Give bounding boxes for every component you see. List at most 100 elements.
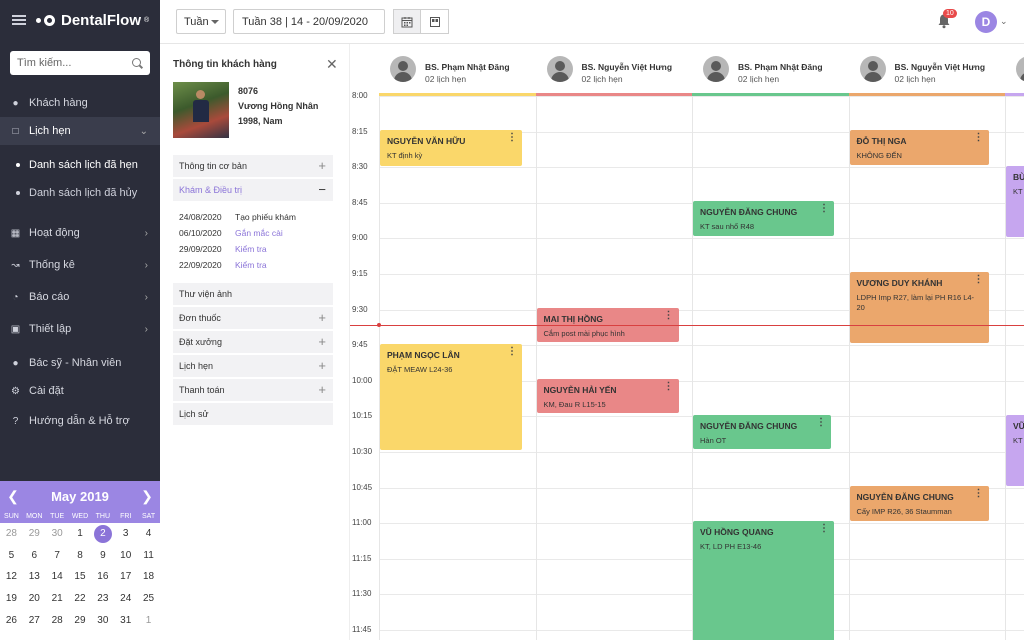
calendar-day[interactable]: 23	[91, 588, 114, 610]
doctor-column-header[interactable]: BS. Phạm Nhật Đăng 02 lịch hẹn	[379, 44, 536, 96]
calendar-day[interactable]: 12	[0, 566, 23, 588]
calendar-day[interactable]: 22	[69, 588, 92, 610]
calendar-day[interactable]: 25	[137, 588, 160, 610]
sidebar-item-staff[interactable]: ● Bác sỹ - Nhân viên	[0, 349, 160, 377]
appointment-card[interactable]: BÙKT⋮	[1006, 166, 1024, 237]
calendar-day[interactable]: 31	[114, 609, 137, 631]
day-number: 22	[74, 593, 86, 605]
section-history[interactable]: Lịch sử	[173, 403, 333, 425]
calendar-day[interactable]: 14	[46, 566, 69, 588]
appointment-card[interactable]: VƯƠNG DUY KHÁNH LDPH Imp R27, làm lại PH …	[849, 272, 989, 343]
calendar-day[interactable]: 29	[23, 523, 46, 545]
column-divider	[848, 96, 850, 640]
calendar-day[interactable]: 30	[46, 523, 69, 545]
calendar-day[interactable]: 17	[114, 566, 137, 588]
calendar-day[interactable]: 24	[114, 588, 137, 610]
calendar-day[interactable]: 30	[91, 609, 114, 631]
list-view-button[interactable]	[421, 9, 449, 34]
calendar-day[interactable]: 2	[91, 523, 114, 545]
date-range-field[interactable]: Tuần 38 | 14 - 20/09/2020	[233, 9, 385, 34]
day-number: 14	[51, 571, 63, 583]
history-link[interactable]: Kiểm tra	[235, 244, 267, 254]
more-options-icon[interactable]: ⋮	[664, 382, 674, 392]
calendar-day[interactable]: 27	[23, 609, 46, 631]
calendar-day[interactable]: 26	[0, 609, 23, 631]
view-select[interactable]: Tuần	[176, 9, 226, 34]
calendar-day[interactable]: 20	[23, 588, 46, 610]
sidebar-item-setup[interactable]: ▣ Thiết lập ›	[0, 315, 160, 343]
doctor-column-header[interactable]: BS. Nguyễn Việt Hưng 02 lịch hẹn	[848, 44, 1005, 96]
appointment-card[interactable]: NGUYỄN HẢI YẾN KM, Đau R L15-15 ⋮	[536, 379, 679, 413]
calendar-day[interactable]: 4	[137, 523, 160, 545]
more-options-icon[interactable]: ⋮	[816, 418, 826, 428]
section-lab-order[interactable]: Đặt xưởng +	[173, 331, 333, 353]
section-payment[interactable]: Thanh toán +	[173, 379, 333, 401]
more-options-icon[interactable]: ⋮	[819, 204, 829, 214]
sidebar-item-activity[interactable]: ▦ Hoạt động ›	[0, 219, 160, 247]
calendar-day[interactable]: 21	[46, 588, 69, 610]
search-icon[interactable]	[132, 57, 143, 69]
more-options-icon[interactable]: ⋮	[974, 133, 984, 143]
appointment-card[interactable]: NGUYỄN ĐĂNG CHUNG Cấy IMP R26, 36 Staumma…	[849, 486, 989, 521]
calendar-day[interactable]: 28	[46, 609, 69, 631]
sidebar-item-reports[interactable]: ◔ Báo cáo ›	[0, 283, 160, 311]
history-link[interactable]: Kiểm tra	[235, 260, 267, 270]
calendar-day[interactable]: 1	[69, 523, 92, 545]
more-options-icon[interactable]: ⋮	[507, 347, 517, 357]
calendar-day[interactable]: 29	[69, 609, 92, 631]
calendar-day[interactable]: 3	[114, 523, 137, 545]
next-month-icon[interactable]: ❯	[141, 488, 153, 505]
appointment-card[interactable]: NGUYỄN ĐĂNG CHUNG KT sau nhổ R48 ⋮	[693, 201, 834, 236]
sidebar-item-settings[interactable]: ⚙ Cài đặt	[0, 377, 160, 405]
calendar-day[interactable]: 11	[137, 545, 160, 567]
calendar-day[interactable]: 18	[137, 566, 160, 588]
appointment-card[interactable]: ĐỖ THỊ NGA KHÔNG ĐẾN ⋮	[849, 130, 989, 165]
chevron-down-icon[interactable]: ⌄	[1000, 16, 1008, 27]
section-prescription[interactable]: Đơn thuốc +	[173, 307, 333, 329]
calendar-day[interactable]: 1	[137, 609, 160, 631]
section-gallery[interactable]: Thư viện ảnh	[173, 283, 333, 305]
calendar-day[interactable]: 19	[0, 588, 23, 610]
doctor-column-header[interactable]: BS. Phạm Nhật Đăng 02 lịch hẹn	[692, 44, 849, 96]
doctor-column-header[interactable]	[1005, 44, 1024, 96]
sidebar-subitem-appointment-list[interactable]: Danh sách lịch đã hẹn	[0, 151, 160, 179]
calendar-day[interactable]: 28	[0, 523, 23, 545]
calendar-day[interactable]: 16	[91, 566, 114, 588]
appointment-card[interactable]: PHẠM NGỌC LÂN ĐẶT MEAW L24-36 ⋮	[380, 344, 522, 450]
hamburger-menu-icon[interactable]	[12, 15, 26, 25]
calendar-day[interactable]: 9	[91, 545, 114, 567]
history-link[interactable]: Gắn mắc cài	[235, 228, 283, 238]
more-options-icon[interactable]: ⋮	[664, 311, 674, 321]
more-options-icon[interactable]: ⋮	[507, 133, 517, 143]
notification-bell-icon[interactable]: 10	[937, 9, 957, 29]
calendar-day[interactable]: 7	[46, 545, 69, 567]
calendar-day[interactable]: 13	[23, 566, 46, 588]
doctor-column-header[interactable]: BS. Nguyễn Việt Hưng 02 lịch hẹn	[535, 44, 692, 96]
calendar-day[interactable]: 10	[114, 545, 137, 567]
prev-month-icon[interactable]: ❮	[7, 488, 19, 505]
calendar-day[interactable]: 15	[69, 566, 92, 588]
appointment-card[interactable]: NGUYỄN VĂN HỮU KT định kỳ ⋮	[380, 130, 522, 166]
close-icon[interactable]: ✕	[326, 56, 338, 73]
sidebar-subitem-cancelled-list[interactable]: Danh sách lịch đã hủy	[0, 179, 160, 207]
calendar-day[interactable]: 5	[0, 545, 23, 567]
calendar-day[interactable]: 8	[69, 545, 92, 567]
section-basic-info[interactable]: Thông tin cơ bản +	[173, 155, 333, 177]
sidebar-item-appointments[interactable]: □ Lịch hẹn ⌄	[0, 117, 160, 145]
section-treatment[interactable]: Khám & Điều trị −	[173, 179, 333, 201]
sidebar-item-customers[interactable]: ● Khách hàng	[0, 89, 160, 117]
calendar-day[interactable]: 6	[23, 545, 46, 567]
appointment-card[interactable]: VŨKT⋮	[1006, 415, 1024, 486]
appointment-card[interactable]: NGUYỄN ĐĂNG CHUNG Hàn OT ⋮	[693, 415, 831, 449]
calendar-view-button[interactable]	[393, 9, 421, 34]
appointment-card[interactable]: VŨ HỒNG QUANG KT, LD PH E13-46 ⋮	[693, 521, 834, 640]
dentalflow-logo[interactable]: DentalFlow ®	[36, 12, 149, 29]
user-avatar[interactable]: D	[975, 11, 997, 33]
search-input[interactable]	[17, 57, 132, 69]
more-options-icon[interactable]: ⋮	[819, 524, 829, 534]
section-appointments[interactable]: Lịch hẹn +	[173, 355, 333, 377]
more-options-icon[interactable]: ⋮	[974, 275, 984, 285]
more-options-icon[interactable]: ⋮	[974, 489, 984, 499]
sidebar-item-stats[interactable]: ↝ Thống kê ›	[0, 251, 160, 279]
sidebar-item-help[interactable]: ? Hướng dẫn & Hỗ trợ	[0, 407, 160, 435]
